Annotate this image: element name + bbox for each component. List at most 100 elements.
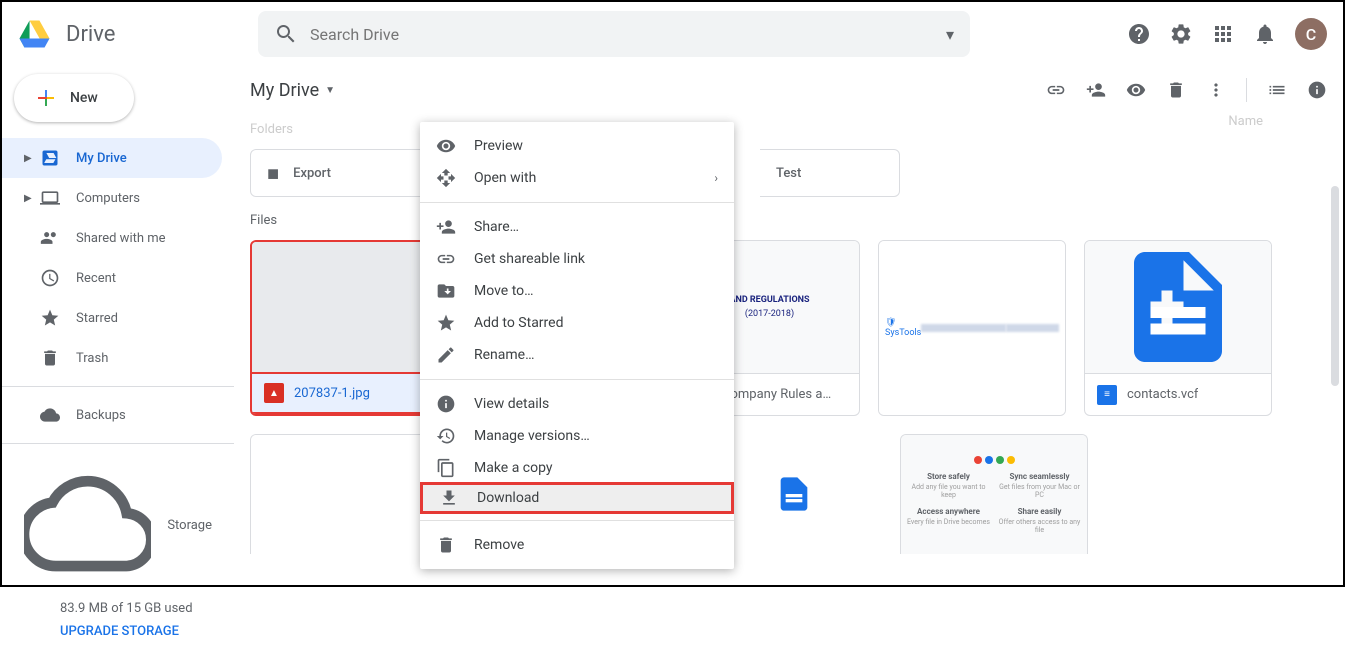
sidebar-item-label: My Drive: [76, 151, 127, 166]
chevron-right-icon: ›: [714, 171, 718, 185]
context-menu: Preview Open with› Share… Get shareable …: [420, 122, 734, 569]
drive-logo[interactable]: [18, 16, 54, 52]
menu-details[interactable]: View details: [420, 388, 734, 420]
open-icon: [436, 168, 456, 188]
sidebar-item-computers[interactable]: ▶ Computers: [2, 178, 222, 218]
files-label: Files: [250, 213, 1327, 228]
menu-versions[interactable]: Manage versions…: [420, 420, 734, 452]
file-card[interactable]: 🛡 SysTools PDF Company Rules a…: [878, 240, 1066, 416]
menu-star[interactable]: Add to Starred: [420, 307, 734, 339]
file-thumbnail: [251, 435, 437, 554]
sidebar-item-trash[interactable]: Trash: [2, 338, 222, 378]
menu-copy[interactable]: Make a copy: [420, 452, 734, 484]
menu-openwith[interactable]: Open with›: [420, 162, 734, 194]
add-person-icon[interactable]: [1086, 80, 1106, 100]
search-bar[interactable]: ▾: [258, 11, 970, 57]
menu-remove[interactable]: Remove: [420, 529, 734, 561]
file-thumbnail: 🛡 SysTools: [879, 241, 1065, 415]
sidebar-item-backups[interactable]: Backups: [2, 395, 222, 435]
cloud-outline-icon: [24, 460, 151, 591]
menu-getlink[interactable]: Get shareable link: [420, 243, 734, 275]
breadcrumb[interactable]: My Drive ▼: [250, 80, 335, 101]
notifications-icon[interactable]: [1253, 22, 1277, 46]
sidebar-item-label: Backups: [76, 408, 126, 423]
sidebar-item-label: Shared with me: [76, 231, 166, 246]
new-button[interactable]: New: [14, 74, 134, 122]
link-icon: [436, 249, 456, 269]
sidebar-item-mydrive[interactable]: ▶ My Drive: [2, 138, 222, 178]
folder-card[interactable]: Test: [760, 149, 900, 197]
info-icon: [436, 394, 456, 414]
file-thumbnail: Store safelyAdd any file you want to kee…: [901, 435, 1087, 554]
upgrade-storage-link[interactable]: UPGRADE STORAGE: [24, 624, 212, 639]
file-name: Company Rules a…: [722, 387, 831, 402]
avatar[interactable]: C: [1295, 18, 1327, 50]
new-label: New: [70, 90, 98, 106]
eye-icon: [436, 136, 456, 156]
list-view-icon[interactable]: [1267, 80, 1287, 100]
edit-icon: [436, 345, 456, 365]
help-icon[interactable]: [1127, 22, 1151, 46]
folder-name: Test: [776, 166, 801, 181]
expand-icon[interactable]: ▶: [24, 193, 32, 204]
search-input[interactable]: [310, 25, 934, 44]
sidebar-item-label: Trash: [76, 351, 108, 366]
file-card[interactable]: Store safelyAdd any file you want to kee…: [900, 434, 1088, 554]
sidebar-item-recent[interactable]: Recent: [2, 258, 222, 298]
file-name: contacts.vcf: [1127, 387, 1198, 402]
folder-card[interactable]: ■ Export: [250, 149, 438, 197]
preview-icon[interactable]: [1126, 80, 1146, 100]
image-badge-icon: ▲: [264, 383, 284, 403]
plus-icon: [34, 86, 58, 110]
menu-rename[interactable]: Rename…: [420, 339, 734, 371]
apps-icon[interactable]: [1211, 22, 1235, 46]
storage-used: 83.9 MB of 15 GB used: [24, 601, 212, 616]
doc-badge-icon: ≡: [1097, 385, 1117, 405]
folder-icon: ■: [267, 161, 279, 186]
info-icon[interactable]: [1307, 80, 1327, 100]
menu-preview[interactable]: Preview: [420, 130, 734, 162]
cloud-icon: [40, 405, 60, 425]
file-card[interactable]: ≡ contacts.vcf: [1084, 240, 1272, 416]
scrollbar[interactable]: [1331, 186, 1339, 386]
file-thumbnail: [1085, 241, 1271, 373]
storage-label: Storage: [167, 518, 212, 533]
trash-icon: [40, 348, 60, 368]
sidebar-item-label: Computers: [76, 191, 140, 206]
sidebar-item-starred[interactable]: Starred: [2, 298, 222, 338]
sidebar-item-label: Starred: [76, 311, 118, 326]
drive-nav-icon: [40, 148, 60, 168]
link-icon[interactable]: [1046, 80, 1066, 100]
download-icon: [439, 488, 459, 508]
folder-move-icon: [436, 281, 456, 301]
history-icon: [436, 426, 456, 446]
delete-icon[interactable]: [1166, 80, 1186, 100]
file-card-selected[interactable]: ▲ 207837-1.jpg: [250, 240, 438, 416]
chevron-down-icon: ▼: [325, 85, 335, 96]
person-add-icon: [436, 217, 456, 237]
search-icon: [274, 22, 298, 46]
gear-icon[interactable]: [1169, 22, 1193, 46]
menu-download[interactable]: Download: [420, 482, 734, 514]
file-card[interactable]: [250, 434, 438, 554]
computers-icon: [40, 188, 60, 208]
sidebar-item-shared[interactable]: Shared with me: [2, 218, 222, 258]
sort-label[interactable]: Name: [1228, 114, 1263, 129]
file-thumbnail: [252, 242, 436, 374]
star-icon: [436, 313, 456, 333]
folders-label: Folders: [250, 122, 1327, 137]
folder-name: Export: [293, 166, 331, 181]
menu-moveto[interactable]: Move to…: [420, 275, 734, 307]
search-options-icon[interactable]: ▾: [946, 25, 954, 44]
app-name: Drive: [66, 22, 115, 47]
more-icon[interactable]: [1206, 80, 1226, 100]
trash-icon: [436, 535, 456, 555]
expand-icon[interactable]: ▶: [24, 153, 32, 164]
sidebar-item-label: Recent: [76, 271, 116, 286]
file-name: 207837-1.jpg: [294, 386, 370, 401]
copy-icon: [436, 458, 456, 478]
star-icon: [40, 308, 60, 328]
recent-icon: [40, 268, 60, 288]
shared-icon: [40, 228, 60, 248]
menu-share[interactable]: Share…: [420, 211, 734, 243]
